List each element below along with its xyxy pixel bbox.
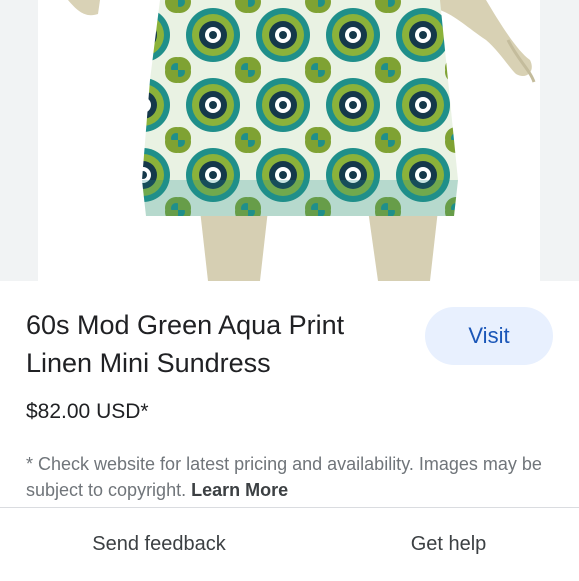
dress-illustration bbox=[68, 0, 536, 281]
pricing-disclaimer: * Check website for latest pricing and a… bbox=[26, 451, 546, 503]
visit-button[interactable]: Visit bbox=[425, 307, 553, 365]
product-title-line-1: 60s Mod Green Aqua Print bbox=[26, 310, 345, 340]
send-feedback-button[interactable]: Send feedback bbox=[0, 508, 318, 581]
footer-bar: Send feedback Get help bbox=[0, 507, 579, 581]
learn-more-link[interactable]: Learn More bbox=[191, 480, 288, 500]
product-image-area bbox=[0, 0, 579, 281]
product-price: $82.00 USD* bbox=[26, 400, 149, 423]
product-title: 60s Mod Green Aqua Print Linen Mini Sund… bbox=[26, 306, 406, 382]
product-title-line-2: Linen Mini Sundress bbox=[26, 348, 271, 378]
product-photo[interactable] bbox=[38, 0, 540, 281]
get-help-button[interactable]: Get help bbox=[318, 508, 579, 581]
